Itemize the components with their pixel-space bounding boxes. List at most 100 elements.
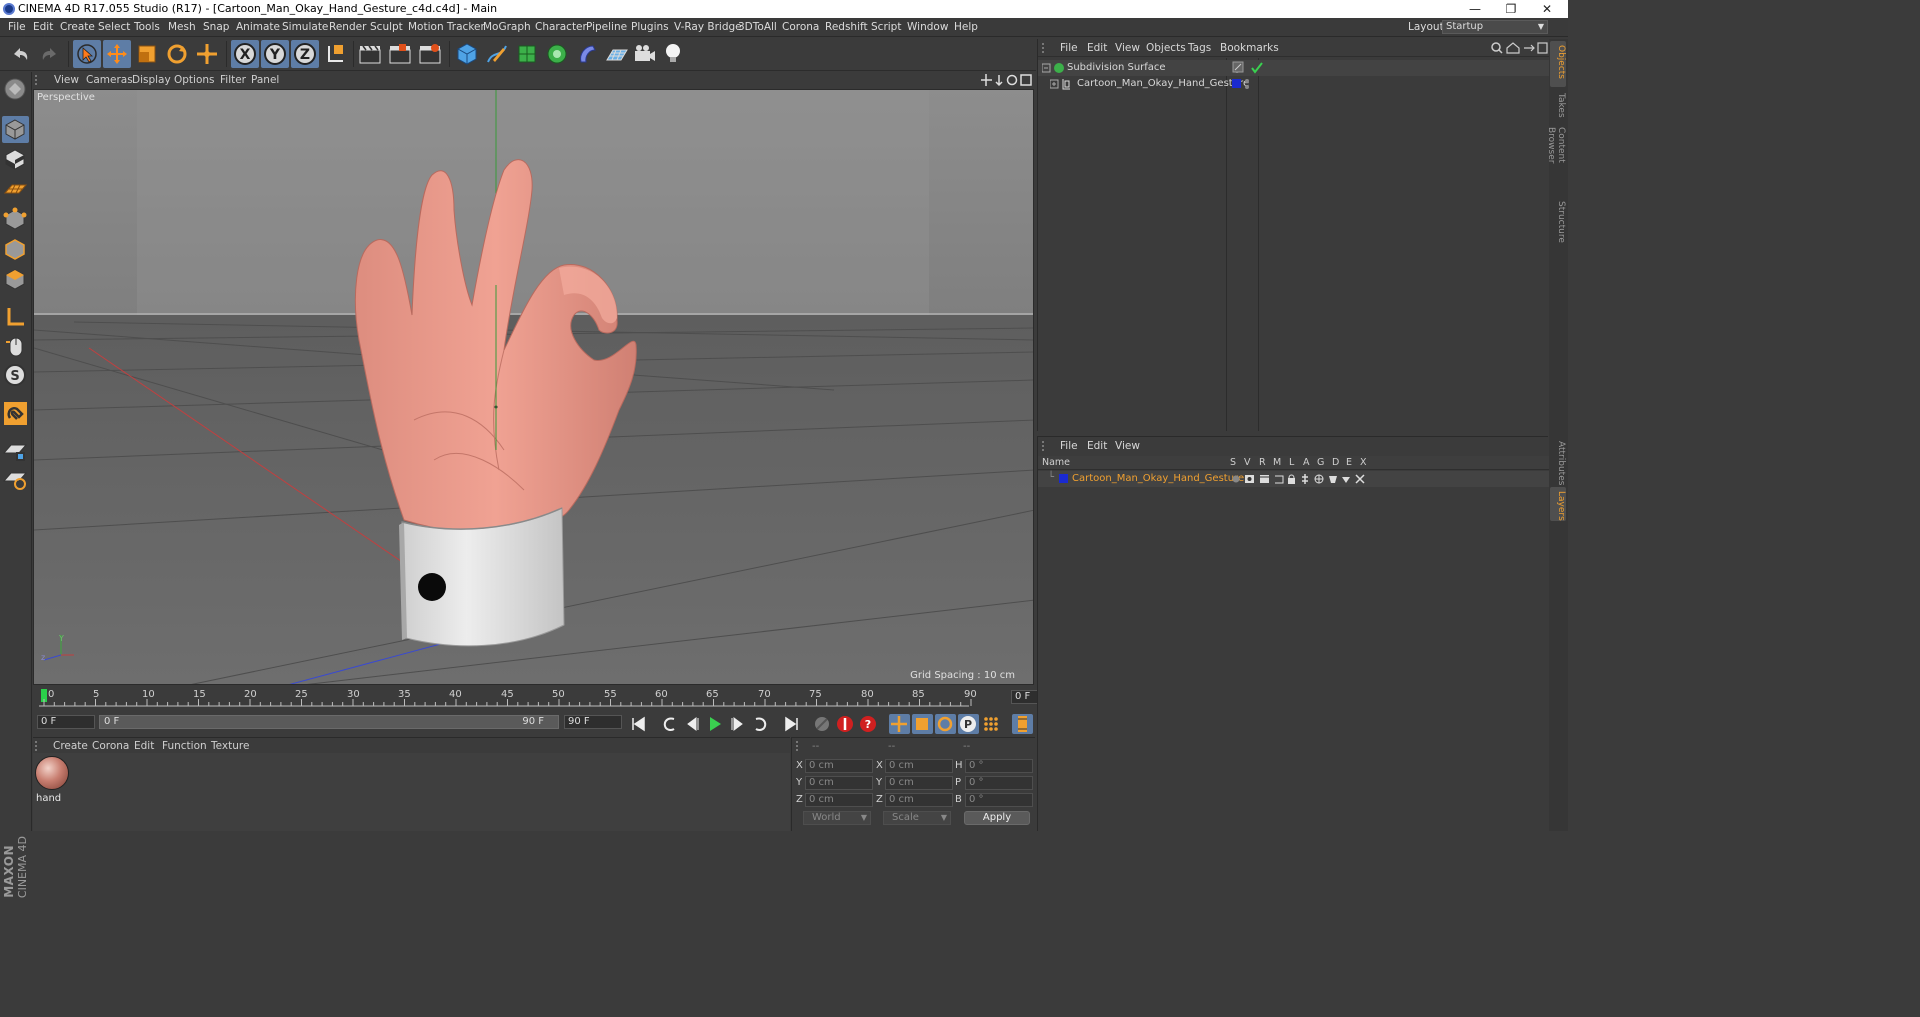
shirt-cuff-model[interactable] (399, 507, 565, 647)
previous-frame-button[interactable] (682, 714, 703, 734)
deformer-button[interactable] (573, 40, 601, 68)
menu-render[interactable]: Render (329, 21, 366, 33)
layer-column-expressions[interactable]: E (1346, 457, 1352, 468)
layer-column-generators[interactable]: G (1317, 457, 1324, 468)
object-name[interactable]: Cartoon_Man_Okay_Hand_Gesture (1077, 78, 1249, 89)
viewport-menu-panel[interactable]: Panel (251, 74, 279, 86)
xref-icon[interactable] (1355, 474, 1365, 484)
viewport-menu-filter[interactable]: Filter (220, 74, 246, 86)
pan-icon[interactable] (981, 74, 992, 86)
layer-name[interactable]: Cartoon_Man_Okay_Hand_Gesture (1072, 473, 1244, 484)
make-editable-button[interactable] (2, 76, 29, 103)
key-rotation-button[interactable] (935, 714, 956, 734)
menu-redshift[interactable]: Redshift (825, 21, 868, 33)
coordinate-space-select[interactable]: World ▼ (803, 811, 871, 825)
size-y-field[interactable]: 0 cm (885, 776, 953, 790)
position-y-field[interactable]: 0 cm (805, 776, 873, 790)
menu-simulate[interactable]: Simulate (282, 21, 328, 33)
planar-workplane-button[interactable] (2, 466, 29, 493)
subdivision-surface-button[interactable] (513, 40, 541, 68)
rotation-b-field[interactable]: 0 ° (965, 793, 1033, 807)
model-mode-button[interactable] (2, 116, 29, 143)
object-menu-view[interactable]: View (1115, 42, 1140, 54)
zoom-icon[interactable] (995, 75, 1003, 87)
rotation-h-field[interactable]: 0 ° (965, 759, 1033, 773)
render-clapper-icon[interactable] (1260, 475, 1269, 483)
menu-corona[interactable]: Corona (782, 21, 819, 33)
menu-3dtoall[interactable]: 3DToAll (738, 21, 777, 33)
viewport-scene[interactable]: Y z (34, 90, 1034, 685)
points-mode-button[interactable] (2, 206, 29, 233)
expression-icon[interactable] (1342, 477, 1350, 483)
tweak-mode-button[interactable] (2, 332, 29, 359)
solo-mode-button[interactable]: S (2, 362, 29, 389)
menu-script[interactable]: Script (871, 21, 901, 33)
redo-button[interactable] (36, 40, 64, 68)
coordinate-mode-select[interactable]: Scale ▼ (883, 811, 951, 825)
coordinate-system-button[interactable] (321, 40, 349, 68)
viewport-menu-display[interactable]: Display (132, 74, 171, 86)
layer-color-swatch[interactable] (1232, 78, 1256, 90)
camera-object-button[interactable] (631, 40, 659, 68)
search-icon[interactable] (1491, 42, 1501, 52)
menu-motion-tracker[interactable]: Motion Tracker (408, 21, 485, 33)
tab-structure[interactable]: Structure (1550, 197, 1566, 243)
menu-file[interactable]: File (8, 21, 26, 33)
tab-takes[interactable]: Takes (1550, 89, 1566, 121)
object-menu-bookmarks[interactable]: Bookmarks (1220, 42, 1279, 54)
menu-sculpt[interactable]: Sculpt (370, 21, 403, 33)
menu-mograph[interactable]: MoGraph (483, 21, 531, 33)
material-menu-corona[interactable]: Corona (92, 740, 129, 752)
layer-column-visible[interactable]: V (1244, 457, 1251, 468)
auto-keying-button[interactable] (835, 714, 856, 734)
texture-mode-button[interactable] (2, 146, 29, 173)
close-button[interactable]: ✕ (1524, 0, 1570, 18)
layer-column-manager[interactable]: M (1273, 457, 1281, 468)
menu-tools[interactable]: Tools (134, 21, 160, 33)
material-thumbnail[interactable]: hand (33, 753, 73, 807)
checkmark-icon[interactable] (1251, 62, 1263, 74)
edges-mode-button[interactable] (2, 236, 29, 263)
new-window-icon[interactable] (1537, 42, 1548, 54)
material-menu-edit[interactable]: Edit (134, 740, 154, 752)
polygons-mode-button[interactable] (2, 266, 29, 293)
solo-toggle-icon[interactable] (1232, 475, 1240, 483)
viewport-menu-view[interactable]: View (54, 74, 79, 86)
edit-tag-icon[interactable] (1232, 61, 1244, 73)
material-menu-texture[interactable]: Texture (211, 740, 249, 752)
workplane-mode-button[interactable] (2, 176, 29, 203)
menu-animate[interactable]: Animate (236, 21, 280, 33)
material-menu-function[interactable]: Function (162, 740, 207, 752)
play-button[interactable] (704, 714, 725, 734)
go-to-start-button[interactable] (628, 714, 649, 734)
timeline-ruler[interactable]: 0 5 10 15 20 25 30 35 40 45 50 60 55 65 … (33, 686, 1065, 712)
menu-window[interactable]: Window (907, 21, 948, 33)
layer-menu-view[interactable]: View (1115, 440, 1140, 452)
menu-help[interactable]: Help (954, 21, 978, 33)
layer-color-swatch[interactable] (1059, 474, 1068, 483)
rotate-tool-button[interactable] (163, 40, 191, 68)
viewport-menu-cameras[interactable]: Cameras (86, 74, 133, 86)
render-settings-button[interactable] (416, 40, 444, 68)
object-name[interactable]: Subdivision Surface (1067, 62, 1166, 73)
keyframe-selection-button[interactable]: ? (858, 714, 879, 734)
maximize-view-icon[interactable] (1020, 74, 1032, 86)
animation-icon[interactable] (1302, 474, 1308, 484)
layout-select[interactable]: Startup ▼ (1442, 20, 1548, 34)
object-row-hand[interactable]: Cartoon_Man_Okay_Hand_Gesture (1038, 76, 1549, 92)
layer-column-solo[interactable]: S (1230, 457, 1236, 468)
key-pla-button[interactable] (981, 714, 1002, 734)
manager-icon[interactable] (1275, 475, 1284, 484)
snap-button[interactable] (2, 400, 29, 427)
viewport-menu-options[interactable]: Options (174, 74, 215, 86)
move-tool-button[interactable] (103, 40, 131, 68)
layer-column-xref[interactable]: X (1360, 457, 1367, 468)
start-frame-field[interactable]: 0 F (37, 715, 95, 729)
key-scale-button[interactable] (912, 714, 933, 734)
y-axis-lock-button[interactable]: Y (261, 40, 289, 68)
record-keys-button[interactable] (812, 714, 833, 734)
object-menu-objects[interactable]: Objects (1146, 42, 1186, 54)
layer-column-locked[interactable]: L (1289, 457, 1294, 468)
next-key-button[interactable] (750, 714, 771, 734)
transform-tool-button[interactable] (193, 40, 221, 68)
